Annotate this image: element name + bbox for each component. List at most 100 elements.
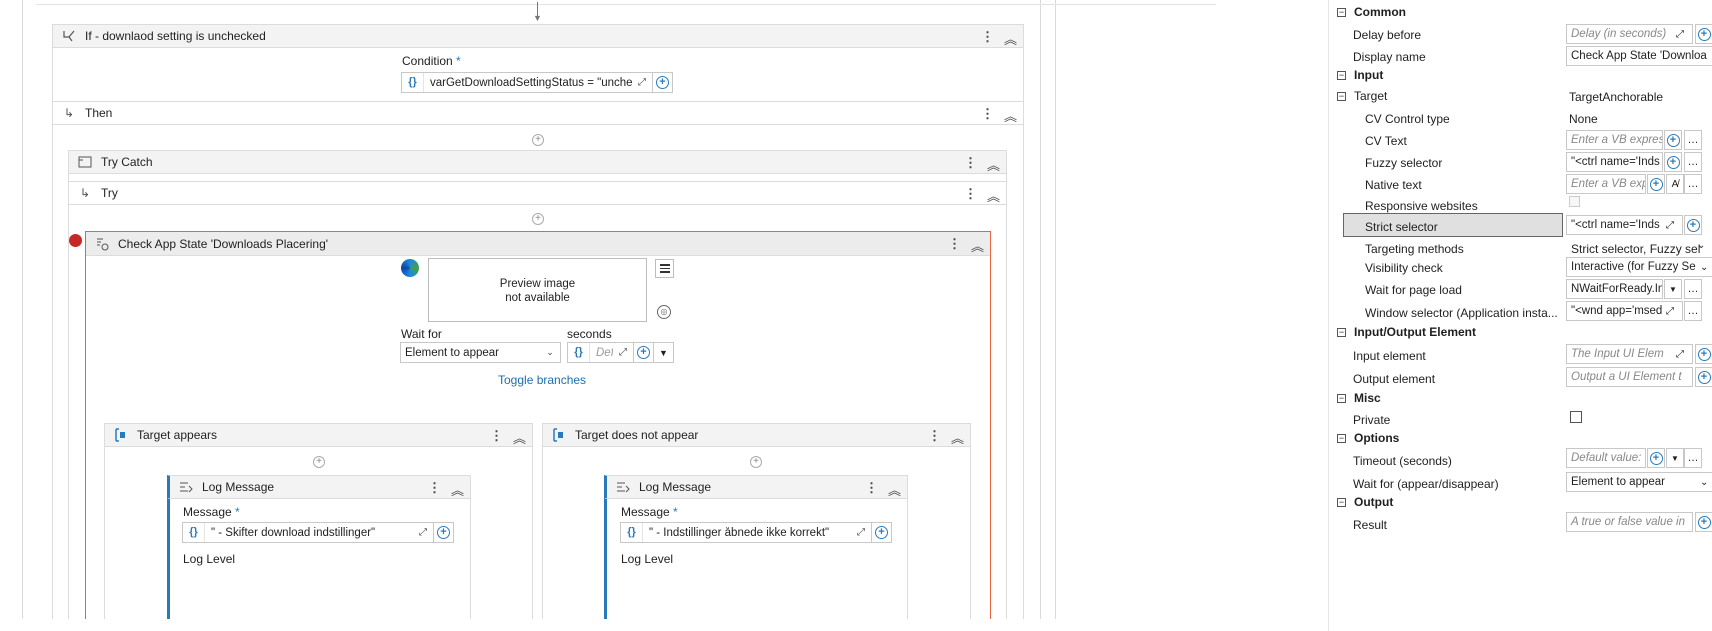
collapse-icon[interactable]: ︽ xyxy=(451,480,464,499)
expand-editor-icon[interactable]: ⤢ xyxy=(1666,306,1682,317)
ellipsis-button[interactable]: … xyxy=(1684,130,1702,150)
message-value[interactable]: " - Indstillinger åbnede ikke korrekt" xyxy=(643,527,851,539)
collapse-icon[interactable]: ︽ xyxy=(1004,29,1017,48)
add-variable-button[interactable]: + xyxy=(1684,215,1702,235)
workflow-designer-canvas[interactable]: ▼ If - downlaod setting is unchecked ⋮ ︽ … xyxy=(0,0,1328,631)
if-activity-header[interactable]: If - downlaod setting is unchecked ⋮ ︽ xyxy=(52,24,1024,48)
collapse-icon[interactable]: ︽ xyxy=(888,480,901,499)
add-activity-icon[interactable]: + xyxy=(532,213,544,225)
ellipsis-button[interactable]: … xyxy=(1684,152,1702,172)
add-activity-icon[interactable]: + xyxy=(313,456,325,468)
dropdown-arrow-icon[interactable]: ▼ xyxy=(1664,279,1682,299)
ellipsis-button[interactable]: … xyxy=(1684,301,1702,321)
display-name-field[interactable]: Check App State 'Downloa xyxy=(1566,46,1712,66)
add-variable-button[interactable]: + xyxy=(633,343,653,362)
log-message-header[interactable]: Log Message ⋮ ︽ xyxy=(167,475,471,499)
activity-menu-icon[interactable]: ⋮ xyxy=(865,480,878,499)
visibility-check-dropdown[interactable]: Interactive (for Fuzzy Se ⌄ xyxy=(1566,257,1712,277)
add-variable-button[interactable]: + xyxy=(1695,344,1712,364)
activity-menu-icon[interactable]: ⋮ xyxy=(948,236,961,255)
check-app-state-header[interactable]: Check App State 'Downloads Placering' ⋮ ︽ xyxy=(86,232,990,256)
add-variable-button[interactable]: + xyxy=(1647,448,1665,468)
breakpoint-icon[interactable] xyxy=(69,234,82,247)
target-not-appear-header[interactable]: Target does not appear ⋮ ︽ xyxy=(542,423,971,447)
toggle-branches-link[interactable]: Toggle branches xyxy=(498,373,586,387)
try-block-header[interactable]: ↳ Try ⋮ ︽ xyxy=(68,181,1007,205)
responsive-websites-checkbox[interactable] xyxy=(1569,196,1580,207)
collapse-box-icon[interactable]: − xyxy=(1337,497,1346,507)
message-value[interactable]: " - Skifter download indstillinger" xyxy=(205,527,413,539)
condition-expression-field[interactable]: {} varGetDownloadSettingStatus = "unchec… xyxy=(401,72,673,93)
private-checkbox[interactable] xyxy=(1570,411,1582,423)
add-variable-button[interactable]: + xyxy=(1664,130,1682,150)
dropdown-arrow-icon[interactable]: ▼ xyxy=(1666,448,1684,468)
add-variable-button[interactable]: + xyxy=(1647,174,1665,194)
property-value[interactable]: Strict selector, Fuzzy sel xyxy=(1571,242,1700,256)
add-activity-icon[interactable]: + xyxy=(750,456,762,468)
collapse-box-icon[interactable]: − xyxy=(1337,393,1346,403)
ellipsis-button[interactable]: … xyxy=(1684,279,1702,299)
try-catch-header[interactable]: Try Catch ⋮ ︽ xyxy=(68,150,1007,174)
ellipsis-button[interactable]: … xyxy=(1684,174,1702,194)
collapse-icon[interactable]: ︽ xyxy=(513,428,526,447)
activity-menu-icon[interactable]: ⋮ xyxy=(964,155,977,174)
target-menu-button[interactable] xyxy=(655,259,674,278)
target-appears-header[interactable]: Target appears ⋮ ︽ xyxy=(104,423,533,447)
activity-menu-icon[interactable]: ⋮ xyxy=(928,428,941,447)
section-io-element[interactable]: − Input/Output Element xyxy=(1337,322,1476,342)
fuzzy-selector-field[interactable]: "<ctrl name='Inds xyxy=(1566,152,1663,172)
add-variable-button[interactable]: + xyxy=(1695,512,1712,532)
activity-menu-icon[interactable]: ⋮ xyxy=(981,106,994,125)
collapse-icon[interactable]: ︽ xyxy=(971,236,984,255)
section-common[interactable]: − Common xyxy=(1337,2,1406,22)
section-options[interactable]: − Options xyxy=(1337,428,1399,448)
then-branch-header[interactable]: ↳ Then ⋮ ︽ xyxy=(52,101,1024,125)
wait-for-dropdown[interactable]: Element to appear ⌄ xyxy=(400,342,561,363)
log-message-header[interactable]: Log Message ⋮ ︽ xyxy=(604,475,908,499)
add-variable-button[interactable]: + xyxy=(1695,367,1712,387)
ellipsis-button[interactable]: … xyxy=(1684,448,1702,468)
activity-menu-icon[interactable]: ⋮ xyxy=(981,29,994,48)
collapse-box-icon[interactable]: − xyxy=(1337,70,1346,80)
seconds-expression-field[interactable]: {} Defa ⤢ + ▼ xyxy=(567,342,674,363)
wait-for-page-load-field[interactable]: NWaitForReady.In xyxy=(1566,279,1663,299)
collapse-icon[interactable]: ︽ xyxy=(951,428,964,447)
expand-editor-icon[interactable]: ⤢ xyxy=(413,527,433,538)
wait-appear-dropdown[interactable]: Element to appear ⌄ xyxy=(1566,472,1712,492)
add-variable-button[interactable]: + xyxy=(433,523,453,542)
strict-selector-field[interactable]: "<ctrl name='Inds ⤢ xyxy=(1566,215,1683,235)
collapse-box-icon[interactable]: − xyxy=(1337,433,1346,443)
message-expression-field[interactable]: {} " - Skifter download indstillinger" ⤢… xyxy=(182,522,454,543)
expand-editor-icon[interactable]: ⤢ xyxy=(632,77,652,88)
section-output[interactable]: − Output xyxy=(1337,492,1393,512)
collapse-icon[interactable]: ︽ xyxy=(987,186,1000,205)
chevron-down-icon[interactable]: ⌄ xyxy=(1697,240,1705,251)
activity-menu-icon[interactable]: ⋮ xyxy=(964,186,977,205)
collapse-box-icon[interactable]: − xyxy=(1337,327,1346,337)
add-variable-button[interactable]: + xyxy=(871,523,891,542)
delay-before-field[interactable]: Delay (in seconds) ⤢ xyxy=(1566,24,1693,44)
collapse-icon[interactable]: ︽ xyxy=(987,155,1000,174)
dropdown-arrow-icon[interactable]: ▼ xyxy=(653,343,673,362)
activity-menu-icon[interactable]: ⋮ xyxy=(490,428,503,447)
text-toggle-icon[interactable]: A̸ xyxy=(1666,174,1684,194)
condition-value[interactable]: varGetDownloadSettingStatus = "uncheck xyxy=(424,77,632,89)
result-field[interactable]: A true or false value in xyxy=(1566,512,1693,532)
timeout-field[interactable]: Default value: xyxy=(1566,448,1646,468)
expand-editor-icon[interactable]: ⤢ xyxy=(1666,220,1682,231)
expand-editor-icon[interactable]: ⤢ xyxy=(1676,29,1692,40)
target-indicate-icon[interactable]: ◎ xyxy=(657,305,671,319)
preview-image-box[interactable]: Preview image not available xyxy=(428,258,647,322)
expand-editor-icon[interactable]: ⤢ xyxy=(1676,349,1692,360)
output-element-field[interactable]: Output a UI Element t xyxy=(1566,367,1693,387)
window-selector-field[interactable]: "<wnd app='msed ⤢ xyxy=(1566,301,1683,321)
activity-menu-icon[interactable]: ⋮ xyxy=(428,480,441,499)
message-expression-field[interactable]: {} " - Indstillinger åbnede ikke korrekt… xyxy=(620,522,892,543)
collapse-icon[interactable]: ︽ xyxy=(1004,106,1017,125)
section-misc[interactable]: − Misc xyxy=(1337,388,1381,408)
expand-editor-icon[interactable]: ⤢ xyxy=(613,347,633,358)
native-text-field[interactable]: Enter a VB exp xyxy=(1566,174,1646,194)
add-variable-button[interactable]: + xyxy=(1664,152,1682,172)
cv-text-field[interactable]: Enter a VB express xyxy=(1566,130,1663,150)
expand-editor-icon[interactable]: ⤢ xyxy=(851,527,871,538)
